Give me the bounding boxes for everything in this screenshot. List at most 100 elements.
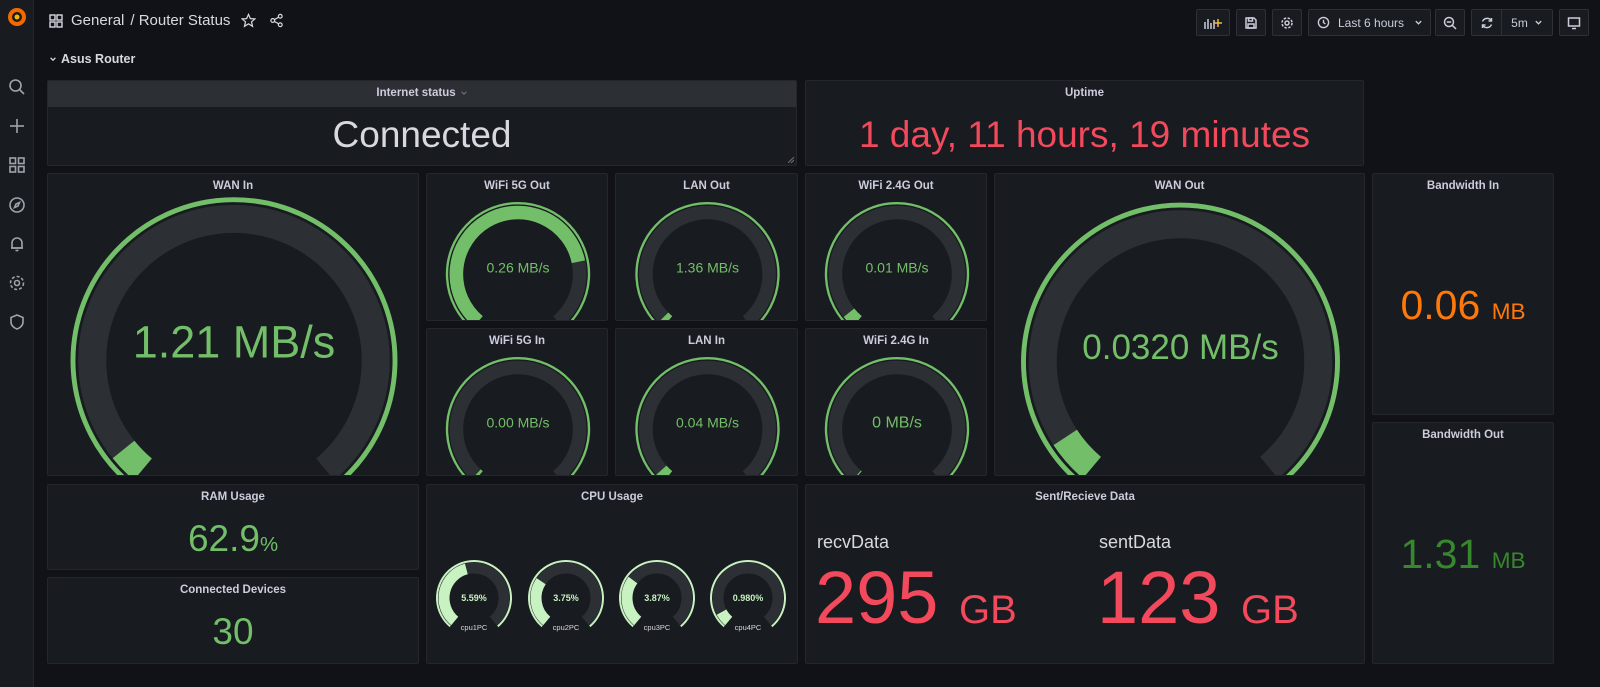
recv-label: recvData [817,532,890,552]
chevron-down-icon [1535,20,1542,25]
lan-in-gauge-value-arc [656,465,673,475]
side-nav [0,0,34,687]
sent-receive-panel[interactable]: Sent/Recieve Data recvData 295 GB sentDa… [805,484,1365,664]
cpu-gauge-value-arc [621,576,642,626]
uptime-panel[interactable]: Uptime 1 day, 11 hours, 19 minutes [805,80,1364,166]
dashboard-settings-button[interactable] [1272,9,1302,36]
row-header[interactable]: Asus Router [49,52,135,66]
zoom-out-button[interactable] [1435,9,1465,36]
wan-in-panel[interactable]: WAN In 1.21 MB/s [47,173,419,476]
wan-out-gauge-value-arc [1053,429,1102,475]
refresh-icon [1481,17,1492,28]
wifi-24g-in-panel[interactable]: WiFi 2.4G In 0 MB/s [805,328,987,476]
wifi-5g-out-panel[interactable]: WiFi 5G Out 0.26 MB/s [426,173,608,321]
save-dashboard-button[interactable] [1236,9,1266,36]
add-panel-button[interactable] [1196,9,1230,36]
wifi24g-out-gauge-value-text: 0.01 MB/s [865,260,928,276]
clock-icon [1317,16,1330,29]
breadcrumb-folder[interactable]: General [71,12,124,29]
compass-icon[interactable] [5,193,29,217]
gear-icon[interactable] [5,271,29,295]
stat-value: 1.31 MB [1373,531,1553,578]
wan-in-gauge-value-text: 1.21 MB/s [133,316,336,367]
cpu-gauge-value-text: 3.75% [553,593,579,603]
wifi5g-out-gauge-value-text: 0.26 MB/s [486,260,549,276]
stat-value: Connected [332,114,512,155]
zoom-out-icon [1443,16,1457,30]
panel-title[interactable]: Bandwidth In [1373,180,1553,192]
gauge: 0 MB/s [824,356,970,475]
panel-title[interactable]: RAM Usage [48,491,418,503]
stat-unit: MB [1491,548,1526,573]
resize-handle-icon[interactable] [788,157,794,163]
star-icon[interactable] [240,13,256,29]
save-icon [1245,16,1257,29]
bandwidth-out-panel[interactable]: Bandwidth Out 1.31 MB [1372,422,1554,664]
gauge: 1.21 MB/s [70,197,398,475]
stat-value: 1 day, 11 hours, 19 minutes [858,114,1311,155]
gauge: 0.0320 MB/s [1021,202,1340,475]
chevron-down-icon [50,57,56,62]
connected-devices-panel[interactable]: Connected Devices 30 [47,577,419,664]
top-bar: General / Router Status Last 6 hours 5m [34,0,1600,44]
add-panel-icon [1204,18,1222,29]
cpu-gauges: 5.59% 3.75% 3.87% 0.980% [436,560,786,628]
stat-unit: % [259,534,279,556]
lan-in-panel[interactable]: LAN In 0.04 MB/s [615,328,798,476]
breadcrumb-dashboard[interactable]: / Router Status [130,12,230,29]
wan-out-panel[interactable]: WAN Out 0.0320 MB/s [994,173,1365,476]
panel-title[interactable]: Connected Devices [48,584,418,596]
stat-number: 1.31 [1400,531,1481,577]
sent-label: sentData [1099,532,1172,552]
gauge: 0.26 MB/s [445,201,591,320]
chevron-down-icon [460,91,467,95]
cpu-core-label: cpu4PC [734,623,762,632]
panel-title[interactable]: Sent/Recieve Data [806,491,1364,503]
cpu-core-label: cpu1PC [460,623,488,632]
time-range-label: Last 6 hours [1338,15,1405,30]
cpu-gauge-value-arc [716,609,733,626]
recv-value: 295 GB [815,557,1017,638]
internet-status-panel[interactable]: Internet status Connected [47,80,797,166]
dashboards-icon [48,13,64,29]
gauge: 1.36 MB/s [635,201,780,320]
time-range-picker[interactable]: Last 6 hours [1308,9,1431,36]
stat-unit: MB [1491,299,1526,324]
cpu-gauge-value-text: 3.87% [644,593,670,603]
stat-value: 0.06 MB [1373,282,1553,329]
stat-value: 30 [212,611,254,652]
dashboards-icon[interactable] [5,153,29,177]
cpu-usage-panel[interactable]: CPU Usage 5.59% 3.75% 3.87% 0.980% cpu1PC c… [426,484,798,664]
wan-in-gauge-value-arc [112,440,153,475]
lan-out-gauge-value-text: 1.36 MB/s [676,260,739,276]
wifi5g-in-gauge-value-text: 0.00 MB/s [486,415,549,431]
wifi24g-in-gauge-value-text: 0 MB/s [872,415,922,432]
refresh-button[interactable] [1471,9,1501,36]
wifi-5g-in-panel[interactable]: WiFi 5G In 0.00 MB/s [426,328,608,476]
lan-in-gauge-value-text: 0.04 MB/s [676,415,739,431]
bell-icon[interactable] [5,232,29,256]
ram-usage-panel[interactable]: RAM Usage 62.9% [47,484,419,570]
cpu-gauge-value-text: 5.59% [461,593,487,603]
chevron-down-icon [1415,20,1422,25]
search-icon[interactable] [5,75,29,99]
wifi24g-out-gauge-value-arc [843,308,862,320]
wan-out-gauge-value-text: 0.0320 MB/s [1082,328,1279,367]
panel-title[interactable]: Internet status [48,87,796,99]
row-title: Asus Router [61,52,136,66]
sent-value: 123 GB [1097,557,1299,638]
wifi-24g-out-panel[interactable]: WiFi 2.4G Out 0.01 MB/s [805,173,987,321]
panel-title-text: Internet status [376,87,456,99]
lan-out-panel[interactable]: LAN Out 1.36 MB/s [615,173,798,321]
cpu-gauge-value-text: 0.980% [733,593,764,603]
tv-mode-button[interactable] [1559,9,1589,36]
gauge: 0.01 MB/s [824,201,970,320]
panel-title[interactable]: Uptime [806,87,1363,99]
share-icon[interactable] [268,13,284,29]
grafana-logo-icon[interactable] [5,5,29,29]
shield-icon[interactable] [5,310,29,334]
panel-title[interactable]: Bandwidth Out [1373,429,1553,441]
plus-icon[interactable] [5,114,29,138]
refresh-interval-picker[interactable]: 5m [1501,9,1553,36]
bandwidth-in-panel[interactable]: Bandwidth In 0.06 MB [1372,173,1554,415]
